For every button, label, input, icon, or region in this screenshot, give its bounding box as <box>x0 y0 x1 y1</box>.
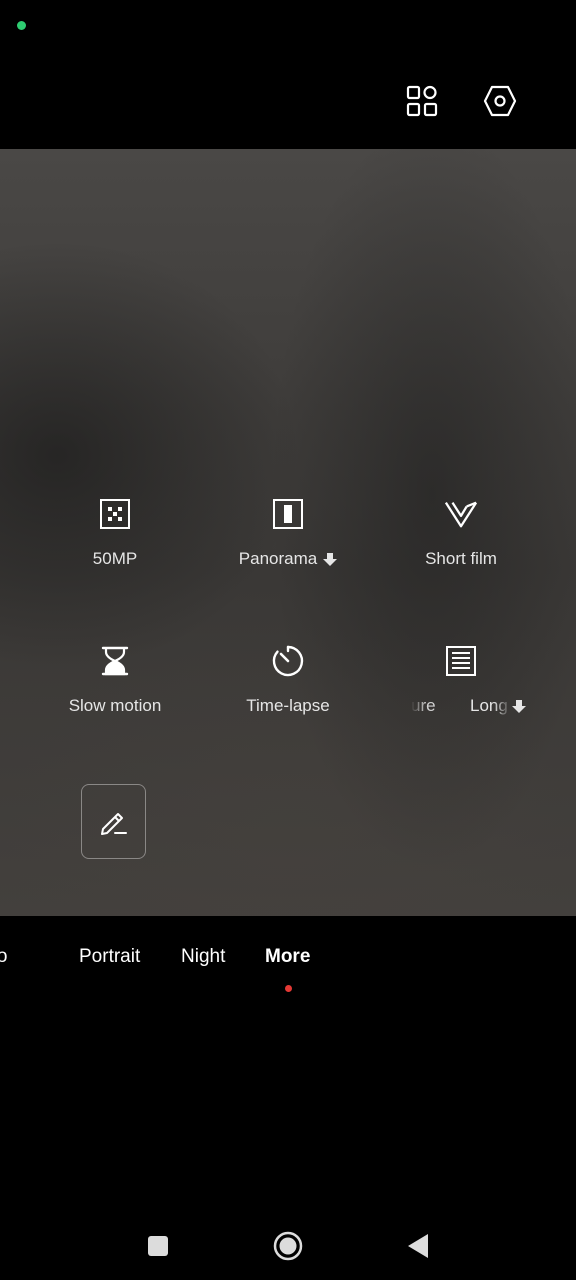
camera-viewfinder[interactable]: 50MP Panorama Short film Slow motion Tim… <box>0 149 576 916</box>
mode-label: 50MP <box>92 549 138 568</box>
home-circle-icon <box>273 1231 303 1261</box>
mode-panorama[interactable]: Panorama <box>198 497 378 597</box>
home-button[interactable] <box>270 1228 306 1264</box>
mode-label: Panorama <box>238 549 318 568</box>
status-indicator-dot <box>17 21 26 30</box>
short-film-icon <box>444 501 478 528</box>
mode-tab-night[interactable]: Night <box>181 946 225 968</box>
mode-slow-motion[interactable]: Slow motion <box>25 644 205 744</box>
mode-tab-portrait[interactable]: Portrait <box>79 946 140 968</box>
download-arrow-icon <box>511 700 526 713</box>
back-button[interactable] <box>400 1228 436 1264</box>
back-triangle-icon <box>408 1234 428 1258</box>
edit-modes-button[interactable] <box>81 784 146 859</box>
grid-icon <box>406 85 438 117</box>
download-arrow-icon <box>323 553 338 566</box>
mode-tab-photo[interactable]: oto <box>0 946 7 968</box>
mode-time-lapse[interactable]: Time-lapse <box>198 644 378 744</box>
mode-short-film[interactable]: Short film <box>371 497 551 597</box>
mode-50mp[interactable]: 50MP <box>25 497 205 597</box>
mode-label: Slow motion <box>68 696 162 715</box>
mode-label-partial-left: ure <box>411 696 436 715</box>
mode-tab-more[interactable]: More <box>265 946 310 968</box>
grid-button[interactable] <box>401 80 443 122</box>
active-mode-indicator <box>285 985 292 992</box>
camera-mode-strip[interactable]: oto Portrait Night More <box>0 946 576 980</box>
hourglass-icon <box>101 646 129 676</box>
mode-label: Short film <box>425 549 497 568</box>
timer-icon <box>272 645 304 677</box>
settings-hexagon-icon <box>483 85 517 117</box>
mode-label: Time-lapse <box>246 696 330 715</box>
mode-long-exposure[interactable]: ure Long <box>371 644 551 744</box>
recents-square-icon <box>148 1236 168 1256</box>
50mp-icon <box>100 499 130 529</box>
panorama-icon <box>273 499 303 529</box>
recents-button[interactable] <box>140 1228 176 1264</box>
settings-button[interactable] <box>479 80 521 122</box>
edit-pencil-icon <box>100 812 127 835</box>
long-exposure-icon <box>446 646 476 676</box>
mode-label-partial-right: Long <box>470 696 508 715</box>
